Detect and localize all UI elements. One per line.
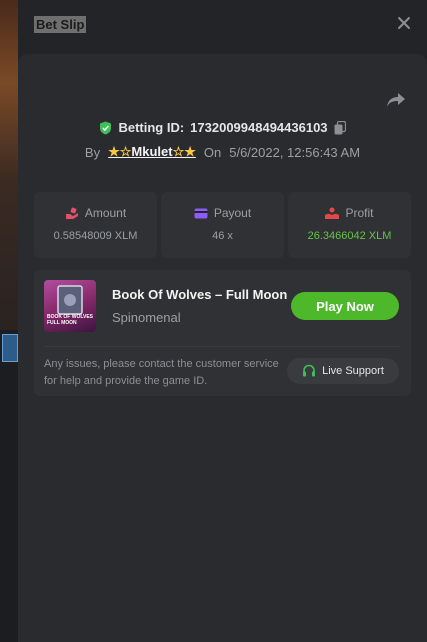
game-name: Book Of Wolves – Full Moon bbox=[112, 287, 288, 302]
stat-profit: Profit 26.3466042 XLM bbox=[288, 192, 411, 258]
close-icon bbox=[398, 17, 410, 29]
share-icon bbox=[387, 93, 405, 107]
copy-icon[interactable] bbox=[334, 120, 346, 135]
betting-id-row: Betting ID: 1732009948494436103 bbox=[18, 120, 427, 135]
bet-details: Betting ID: 1732009948494436103 By ★☆Mku… bbox=[18, 54, 427, 642]
share-button[interactable] bbox=[385, 90, 407, 110]
user-stars-right: ☆★ bbox=[172, 144, 196, 159]
background-thumbnail bbox=[2, 334, 18, 362]
background-game-art bbox=[0, 0, 18, 330]
stat-amount: Amount 0.58548009 XLM bbox=[34, 192, 157, 258]
headset-icon bbox=[303, 364, 316, 377]
live-support-button[interactable]: Live Support bbox=[287, 358, 399, 384]
stat-profit-label: Profit bbox=[345, 206, 374, 220]
stat-payout-value: 46 x bbox=[212, 230, 233, 242]
game-thumbnail[interactable]: BOOK OF WOLVES FULL MOON bbox=[44, 280, 96, 332]
shield-check-icon bbox=[100, 121, 112, 134]
close-button[interactable] bbox=[395, 14, 413, 32]
game-thumbnail-text: BOOK OF WOLVES FULL MOON bbox=[47, 314, 94, 326]
username-link[interactable]: ★☆Mkulet☆★ bbox=[108, 144, 196, 160]
stat-amount-value: 0.58548009 XLM bbox=[53, 230, 138, 242]
panel-title: Bet Slip bbox=[34, 16, 87, 33]
stat-payout-label: Payout bbox=[213, 206, 252, 220]
hand-coins-icon bbox=[65, 207, 78, 219]
panel-header: Bet Slip bbox=[18, 0, 427, 54]
on-label: On bbox=[203, 144, 222, 160]
wallet-card-icon bbox=[194, 208, 208, 218]
profit-hand-icon bbox=[325, 207, 340, 219]
bet-meta-row: By ★☆Mkulet☆★ On 5/6/2022, 12:56:43 AM bbox=[18, 144, 427, 160]
stat-profit-value: 26.3466042 XLM bbox=[307, 230, 392, 242]
divider bbox=[44, 346, 401, 347]
live-support-label: Live Support bbox=[322, 365, 384, 377]
bet-slip-panel: Bet Slip Betting ID: 1732009948494436103 bbox=[18, 0, 427, 642]
user-stars-left: ★☆ bbox=[108, 144, 132, 159]
by-label: By bbox=[84, 144, 101, 160]
game-provider: Spinomenal bbox=[112, 310, 181, 325]
stat-payout: Payout 46 x bbox=[161, 192, 284, 258]
game-card: BOOK OF WOLVES FULL MOON Book Of Wolves … bbox=[34, 270, 411, 396]
bet-stats: Amount 0.58548009 XLM Payout 46 x Profit… bbox=[34, 192, 411, 258]
support-message: Any issues, please contact the customer … bbox=[44, 358, 279, 387]
play-now-button[interactable]: Play Now bbox=[291, 292, 399, 320]
username: Mkulet bbox=[131, 144, 173, 159]
betting-id-value: 1732009948494436103 bbox=[190, 120, 328, 135]
stat-amount-label: Amount bbox=[84, 206, 127, 220]
betting-id-label: Betting ID: bbox=[118, 120, 185, 135]
bet-datetime: 5/6/2022, 12:56:43 AM bbox=[229, 144, 361, 160]
